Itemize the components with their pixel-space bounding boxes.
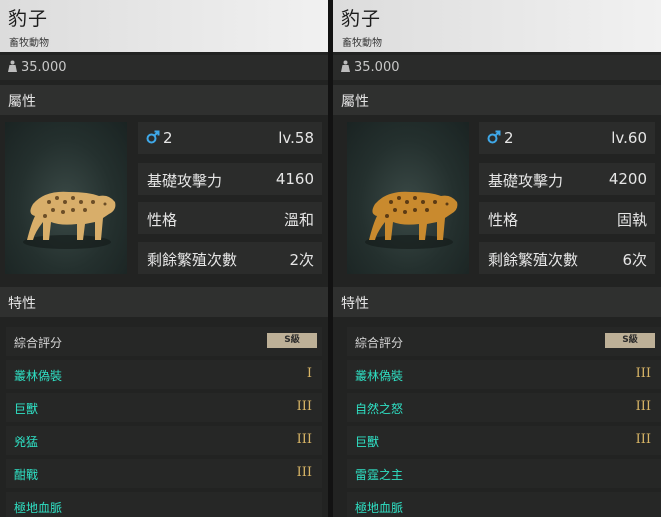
trait-row[interactable]: 巨獸 III <box>347 426 661 455</box>
stat-value: 固執 <box>616 211 647 229</box>
stat-row: 基礎攻擊力 4200 <box>479 163 655 195</box>
trait-level: I <box>306 366 312 381</box>
animal-name: 豹子 <box>8 8 49 30</box>
male-icon <box>487 130 501 144</box>
attributes-header: 屬性 <box>0 85 328 115</box>
card-header: 豹子 畜牧動物 <box>0 0 328 52</box>
grade-badge: S級 <box>267 333 317 348</box>
trait-level: III <box>296 465 312 480</box>
trait-level: III <box>635 432 651 447</box>
card-header: 豹子 畜牧動物 <box>333 0 661 52</box>
trait-name: 自然之怒 <box>355 402 404 416</box>
gender-level-row: 2 lv.60 <box>479 122 655 154</box>
trait-level: III <box>635 399 651 414</box>
stat-row: 性格 溫和 <box>138 202 322 234</box>
trait-row[interactable]: 兇猛 III <box>6 426 322 455</box>
trait-row[interactable]: 極地血脈 <box>347 492 661 517</box>
grade-badge: S級 <box>605 333 655 348</box>
trait-name: 酣戰 <box>14 468 39 482</box>
animal-card-right: 豹子 畜牧動物 35.000 屬性 2 lv.60 基礎攻擊力 4200 性格 … <box>333 0 661 517</box>
animal-category: 畜牧動物 <box>9 38 49 49</box>
level-value: lv.58 <box>278 129 314 147</box>
overall-rating-row[interactable]: 綜合評分 S級 <box>347 327 661 356</box>
stat-value: 4200 <box>608 170 647 188</box>
trait-row[interactable]: 極地血脈 <box>6 492 322 517</box>
weight-icon <box>341 60 350 72</box>
trait-row[interactable]: 雷霆之主 <box>347 459 661 488</box>
trait-level: III <box>635 366 651 381</box>
stat-value: 6次 <box>622 251 647 269</box>
stat-row: 性格 固執 <box>479 202 655 234</box>
trait-row[interactable]: 自然之怒 III <box>347 393 661 422</box>
stat-value: 2次 <box>289 251 314 269</box>
overall-rating-row[interactable]: 綜合評分 S級 <box>6 327 322 356</box>
leopard-image <box>23 191 116 249</box>
trait-name: 巨獸 <box>14 402 39 416</box>
stat-label: 剩餘繁殖次數 <box>147 251 238 269</box>
weight-value: 35.000 <box>21 60 67 75</box>
trait-name: 雷霆之主 <box>355 468 404 482</box>
animal-card-left: 豹子 畜牧動物 35.000 屬性 2 lv.58 基礎攻擊力 4160 性格 … <box>0 0 328 517</box>
trait-name: 巨獸 <box>355 435 380 449</box>
gender-level-row: 2 lv.58 <box>138 122 322 154</box>
trait-name: 叢林偽裝 <box>14 369 63 383</box>
gender-count: 2 <box>504 129 514 147</box>
stat-value: 溫和 <box>283 211 314 229</box>
traits-header: 特性 <box>0 287 328 317</box>
traits-header-label: 特性 <box>8 296 36 312</box>
trait-row[interactable]: 叢林偽裝 I <box>6 360 322 389</box>
trait-level: III <box>296 432 312 447</box>
traits-header: 特性 <box>333 287 661 317</box>
overall-label: 綜合評分 <box>14 336 63 350</box>
gender-count: 2 <box>163 129 173 147</box>
weight-icon <box>8 60 17 72</box>
stat-label: 性格 <box>488 211 519 229</box>
trait-level: III <box>296 399 312 414</box>
weight-row: 35.000 <box>0 55 328 80</box>
level-value: lv.60 <box>611 129 647 147</box>
attributes-header: 屬性 <box>333 85 661 115</box>
trait-row[interactable]: 叢林偽裝 III <box>347 360 661 389</box>
trait-name: 兇猛 <box>14 435 39 449</box>
trait-row[interactable]: 酣戰 III <box>6 459 322 488</box>
animal-portrait <box>5 122 127 274</box>
attributes-header-label: 屬性 <box>341 94 369 110</box>
stat-label: 基礎攻擊力 <box>488 172 564 190</box>
attributes-header-label: 屬性 <box>8 94 36 110</box>
weight-value: 35.000 <box>354 60 400 75</box>
stat-label: 基礎攻擊力 <box>147 172 223 190</box>
stat-row: 基礎攻擊力 4160 <box>138 163 322 195</box>
trait-name: 極地血脈 <box>355 501 404 515</box>
overall-label: 綜合評分 <box>355 336 404 350</box>
animal-name: 豹子 <box>341 8 382 30</box>
trait-name: 極地血脈 <box>14 501 63 515</box>
trait-row[interactable]: 巨獸 III <box>6 393 322 422</box>
trait-name: 叢林偽裝 <box>355 369 404 383</box>
traits-header-label: 特性 <box>341 296 369 312</box>
stat-row: 剩餘繁殖次數 2次 <box>138 242 322 274</box>
weight-row: 35.000 <box>333 55 661 80</box>
male-icon <box>146 130 160 144</box>
animal-portrait <box>347 122 469 274</box>
stat-label: 性格 <box>147 211 178 229</box>
stat-label: 剩餘繁殖次數 <box>488 251 579 269</box>
stat-value: 4160 <box>275 170 314 188</box>
animal-category: 畜牧動物 <box>342 38 382 49</box>
stat-row: 剩餘繁殖次數 6次 <box>479 242 655 274</box>
leopard-image <box>365 191 458 249</box>
